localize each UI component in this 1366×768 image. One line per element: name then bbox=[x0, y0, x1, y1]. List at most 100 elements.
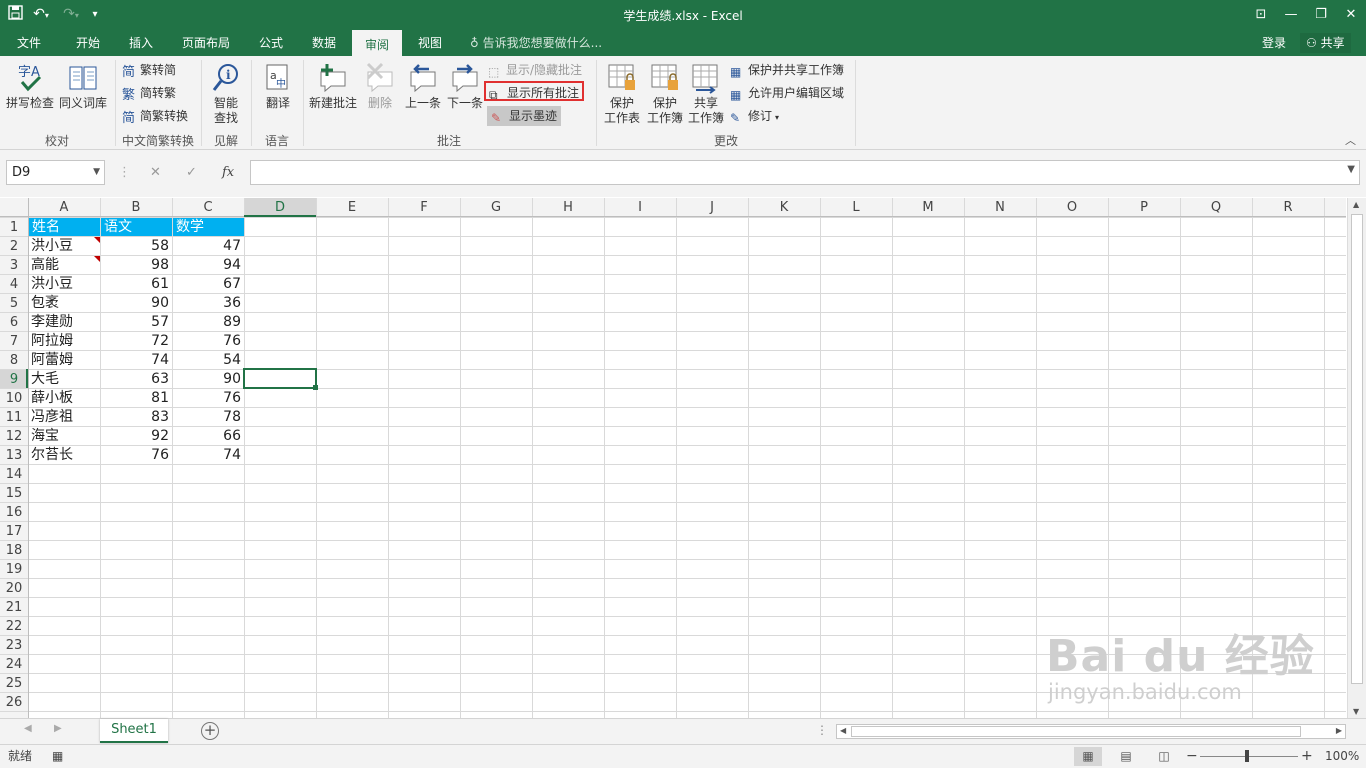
table-header-cell[interactable]: 姓名 bbox=[28, 218, 100, 237]
protect-sheet-button[interactable]: 保护 工作表 bbox=[602, 62, 642, 126]
table-cell[interactable]: 海宝 bbox=[28, 427, 100, 446]
column-header-o[interactable]: O bbox=[1036, 198, 1108, 217]
share-button[interactable]: ⚇ 共享 bbox=[1300, 33, 1351, 53]
track-changes-button[interactable]: ✎ 修订 ▾ bbox=[730, 106, 779, 126]
column-header-c[interactable]: C bbox=[172, 198, 244, 217]
scroll-thumb[interactable] bbox=[1351, 214, 1363, 684]
scroll-tabs-right-icon[interactable]: ▶ bbox=[54, 723, 62, 734]
ribbon-display-options-icon[interactable]: ⊡ bbox=[1246, 0, 1276, 30]
table-cell[interactable]: 尔苔长 bbox=[28, 446, 100, 465]
column-header-m[interactable]: M bbox=[892, 198, 964, 217]
table-cell[interactable]: 94 bbox=[172, 256, 244, 275]
scroll-right-icon[interactable]: ▶ bbox=[1336, 726, 1342, 735]
cancel-icon[interactable]: ✕ bbox=[150, 160, 161, 185]
zoom-slider[interactable] bbox=[1200, 750, 1298, 762]
column-header-e[interactable]: E bbox=[316, 198, 388, 217]
table-cell[interactable]: 47 bbox=[172, 237, 244, 256]
table-cell[interactable]: 大毛 bbox=[28, 370, 100, 389]
formula-bar-splitter-icon[interactable]: ⋮ bbox=[118, 160, 131, 185]
column-header-p[interactable]: P bbox=[1108, 198, 1180, 217]
zoom-in-icon[interactable]: + bbox=[1301, 745, 1313, 768]
scroll-up-icon[interactable]: ▲ bbox=[1353, 200, 1359, 209]
allow-edit-ranges-button[interactable]: ▦ 允许用户编辑区域 bbox=[730, 83, 844, 103]
row-header-13[interactable]: 13 bbox=[0, 446, 28, 465]
enter-icon[interactable]: ✓ bbox=[186, 160, 197, 185]
table-cell[interactable]: 洪小豆 bbox=[28, 275, 100, 294]
row-header-8[interactable]: 8 bbox=[0, 351, 28, 370]
row-header-3[interactable]: 3 bbox=[0, 256, 28, 275]
row-header-7[interactable]: 7 bbox=[0, 332, 28, 351]
restore-icon[interactable]: ❐ bbox=[1306, 0, 1336, 30]
tab-review[interactable]: 审阅 bbox=[352, 30, 402, 56]
column-header-n[interactable]: N bbox=[964, 198, 1036, 217]
scroll-down-icon[interactable]: ▼ bbox=[1353, 707, 1359, 716]
chinese-conversion-button[interactable]: 简简繁转换 bbox=[122, 106, 188, 126]
column-header-f[interactable]: F bbox=[388, 198, 460, 217]
row-header-11[interactable]: 11 bbox=[0, 408, 28, 427]
close-icon[interactable]: ✕ bbox=[1336, 0, 1366, 30]
table-cell[interactable]: 高能 bbox=[28, 256, 100, 275]
row-header-4[interactable]: 4 bbox=[0, 275, 28, 294]
macro-record-icon[interactable]: ▦ bbox=[52, 745, 63, 768]
row-header-16[interactable]: 16 bbox=[0, 503, 28, 522]
row-header-15[interactable]: 15 bbox=[0, 484, 28, 503]
table-cell[interactable]: 58 bbox=[100, 237, 172, 256]
table-header-cell[interactable]: 语文 bbox=[100, 218, 172, 237]
table-cell[interactable]: 90 bbox=[172, 370, 244, 389]
next-comment-button[interactable]: 下一条 bbox=[446, 62, 484, 111]
delete-comment-button[interactable]: 删除 bbox=[362, 62, 398, 111]
login-link[interactable]: 登录 bbox=[1262, 30, 1286, 56]
name-box[interactable]: D9 ▼ bbox=[6, 160, 105, 185]
show-hide-comment-button[interactable]: ⬚ 显示/隐藏批注 bbox=[488, 60, 582, 80]
normal-view-icon[interactable]: ▦ bbox=[1074, 747, 1102, 766]
traditional-to-simplified-button[interactable]: 简繁转简 bbox=[122, 60, 176, 80]
tab-file[interactable]: 文件 bbox=[4, 30, 54, 56]
row-header-2[interactable]: 2 bbox=[0, 237, 28, 256]
table-cell[interactable]: 83 bbox=[100, 408, 172, 427]
row-header-22[interactable]: 22 bbox=[0, 617, 28, 636]
spelling-button[interactable]: 字A 拼写检查 bbox=[4, 62, 56, 111]
column-header-j[interactable]: J bbox=[676, 198, 748, 217]
column-header-l[interactable]: L bbox=[820, 198, 892, 217]
tab-splitter-icon[interactable]: ⋮ bbox=[816, 723, 828, 737]
smart-lookup-button[interactable]: i 智能 查找 bbox=[206, 62, 246, 126]
row-header-23[interactable]: 23 bbox=[0, 636, 28, 655]
row-header-19[interactable]: 19 bbox=[0, 560, 28, 579]
add-sheet-icon[interactable]: + bbox=[201, 722, 219, 740]
column-header-g[interactable]: G bbox=[460, 198, 532, 217]
simplified-to-traditional-button[interactable]: 繁简转繁 bbox=[122, 83, 176, 103]
protect-and-share-button[interactable]: ▦ 保护并共享工作簿 bbox=[730, 60, 844, 80]
table-cell[interactable]: 67 bbox=[172, 275, 244, 294]
formula-input[interactable]: ▼ bbox=[250, 160, 1360, 185]
row-header-14[interactable]: 14 bbox=[0, 465, 28, 484]
tab-view[interactable]: 视图 bbox=[406, 30, 454, 56]
tab-home[interactable]: 开始 bbox=[62, 30, 114, 56]
zoom-slider-knob[interactable] bbox=[1245, 750, 1249, 762]
zoom-out-icon[interactable]: − bbox=[1186, 745, 1198, 768]
table-cell[interactable]: 63 bbox=[100, 370, 172, 389]
tab-page-layout[interactable]: 页面布局 bbox=[172, 30, 240, 56]
row-header-17[interactable]: 17 bbox=[0, 522, 28, 541]
tab-formulas[interactable]: 公式 bbox=[246, 30, 296, 56]
table-cell[interactable]: 76 bbox=[172, 332, 244, 351]
table-cell[interactable]: 74 bbox=[172, 446, 244, 465]
table-cell[interactable]: 92 bbox=[100, 427, 172, 446]
column-header-a[interactable]: A bbox=[28, 198, 100, 217]
table-cell[interactable]: 89 bbox=[172, 313, 244, 332]
show-ink-button[interactable]: ✎ 显示墨迹 bbox=[487, 106, 562, 126]
column-header-h[interactable]: H bbox=[532, 198, 604, 217]
row-header-12[interactable]: 12 bbox=[0, 427, 28, 446]
table-cell[interactable]: 54 bbox=[172, 351, 244, 370]
table-cell[interactable]: 57 bbox=[100, 313, 172, 332]
table-cell[interactable]: 36 bbox=[172, 294, 244, 313]
row-header-10[interactable]: 10 bbox=[0, 389, 28, 408]
column-header-i[interactable]: I bbox=[604, 198, 676, 217]
collapse-ribbon-icon[interactable]: ︿ bbox=[1345, 132, 1356, 148]
row-header-24[interactable]: 24 bbox=[0, 655, 28, 674]
row-header-21[interactable]: 21 bbox=[0, 598, 28, 617]
table-cell[interactable]: 阿拉姆 bbox=[28, 332, 100, 351]
column-header-r[interactable]: R bbox=[1252, 198, 1324, 217]
table-cell[interactable]: 李建勋 bbox=[28, 313, 100, 332]
row-header-5[interactable]: 5 bbox=[0, 294, 28, 313]
minimize-icon[interactable]: — bbox=[1276, 0, 1306, 30]
